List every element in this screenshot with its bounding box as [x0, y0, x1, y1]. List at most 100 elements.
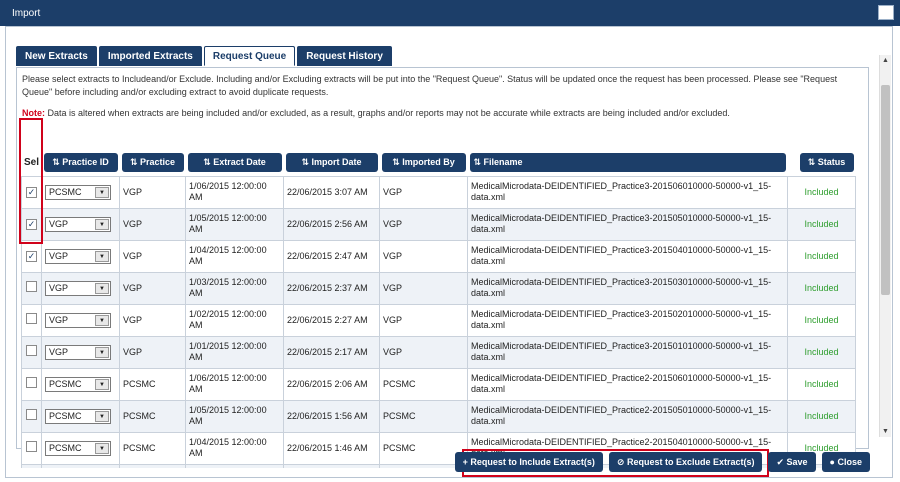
scroll-down-icon[interactable]: ▼	[880, 426, 891, 437]
extract-date-cell: 1/06/2015 12:00:00 AM	[185, 367, 284, 401]
row-select-checkbox[interactable]	[26, 409, 37, 420]
note-body: Data is altered when extracts are being …	[45, 108, 730, 118]
filename-cell: MedicalMicrodata-DEIDENTIFIED_Practice3-…	[467, 271, 788, 305]
imported-by-cell: VGP	[379, 175, 468, 209]
practice-cell	[119, 463, 186, 468]
practice-id-select[interactable]: VGP ▼	[45, 280, 111, 296]
row-select-checkbox[interactable]	[26, 281, 37, 292]
extracts-table-container: Sel ⇅ Practice ID ⇅ Practice ⇅ Extract D…	[21, 150, 859, 468]
chevron-down-icon: ▼	[95, 282, 109, 294]
practice-id-select[interactable]: PCSMC ▼	[45, 440, 111, 456]
practice-cell: PCSMC	[119, 431, 186, 465]
filename-cell: MedicalMicrodata-DEIDENTIFIED_Practice3-…	[467, 175, 788, 209]
practice-id-value: PCSMC	[49, 378, 82, 389]
table-row: ✓ VGP ▼ VGP 1/05/2015 12:00:00 AM 22/06/2015 …	[21, 207, 856, 241]
header-import-date[interactable]: ⇅ Import Date	[285, 153, 378, 173]
import-date-cell: 22/06/2015 2:47 AM	[283, 239, 380, 273]
table-row: VGP ▼ VGP 1/03/2015 12:00:00 AM 22/06/2015 2…	[21, 271, 856, 305]
filename-cell: MedicalMicrodata-DEIDENTIFIED_Practice3-…	[467, 303, 788, 337]
filename-cell: MedicalMicrodata-DEIDENTIFIED_Practice3-…	[467, 335, 788, 369]
header-extract-date[interactable]: ⇅ Extract Date	[187, 153, 282, 173]
practice-cell: VGP	[119, 239, 186, 273]
import-dialog: New Extracts Imported Extracts Request Q…	[5, 26, 893, 478]
extract-date-cell: 1/04/2015 12:00:00 AM	[185, 431, 284, 465]
scroll-up-icon[interactable]: ▲	[880, 55, 891, 66]
filename-cell: MedicalMicrodata-DEIDENTIFIED_Practice3-…	[467, 207, 788, 241]
scroll-thumb[interactable]	[881, 85, 890, 295]
filename-cell: MedicalMicrodata-DEIDENTIFIED_Practice3-…	[467, 239, 788, 273]
practice-id-select[interactable]: PCSMC ▼	[45, 408, 111, 424]
status-cell: Included	[787, 271, 856, 305]
tab-request-queue[interactable]: Request Queue	[203, 46, 296, 66]
imported-by-cell: VGP	[379, 335, 468, 369]
practice-cell: VGP	[119, 335, 186, 369]
table-row: ✓ VGP ▼ VGP 1/04/2015 12:00:00 AM 22/06/2015 …	[21, 239, 856, 273]
import-date-cell: 22/06/2015 3:07 AM	[283, 175, 380, 209]
practice-cell: VGP	[119, 271, 186, 305]
import-date-cell: 22/06/2015 2:17 AM	[283, 335, 380, 369]
row-select-checkbox[interactable]	[26, 345, 37, 356]
status-cell: Included	[787, 239, 856, 273]
practice-id-value: PCSMC	[49, 186, 82, 197]
imported-by-cell: VGP	[379, 303, 468, 337]
table-row: VGP ▼ VGP 1/01/2015 12:00:00 AM 22/06/2015 2…	[21, 335, 856, 369]
table-row: VGP ▼ VGP 1/02/2015 12:00:00 AM 22/06/2015 2…	[21, 303, 856, 337]
maximize-button[interactable]	[878, 5, 894, 20]
extract-date-cell: 1/04/2015 12:00:00 AM	[185, 239, 284, 273]
row-select-checkbox[interactable]	[26, 377, 37, 388]
row-select-checkbox[interactable]: ✓	[26, 250, 37, 262]
action-bar: + Request to Include Extract(s) ⊘ Reques…	[454, 452, 870, 472]
save-button[interactable]: ✔ Save	[768, 452, 816, 472]
row-select-checkbox[interactable]	[26, 441, 37, 452]
status-cell: Included	[787, 303, 856, 337]
tab-imported-extracts[interactable]: Imported Extracts	[98, 46, 202, 66]
header-practice[interactable]: ⇅ Practice	[121, 153, 184, 173]
header-imported-by[interactable]: ⇅ Imported By	[381, 153, 466, 173]
practice-id-select[interactable]: VGP ▼	[45, 216, 111, 232]
extracts-table: Sel ⇅ Practice ID ⇅ Practice ⇅ Extract D…	[21, 150, 856, 468]
status-cell: Included	[787, 399, 856, 433]
close-button[interactable]: ● Close	[821, 452, 870, 472]
request-exclude-button[interactable]: ⊘ Request to Exclude Extract(s)	[608, 452, 763, 472]
extract-date-cell: 1/06/2015 12:00:00 AM	[185, 175, 284, 209]
status-cell: Included	[787, 335, 856, 369]
table-row: PCSMC ▼ PCSMC 1/05/2015 12:00:00 AM 22/06/20…	[21, 399, 856, 433]
practice-id-value: VGP	[49, 314, 69, 325]
header-practice-id[interactable]: ⇅ Practice ID	[43, 153, 118, 173]
row-select-checkbox[interactable]	[26, 313, 37, 324]
tab-new-extracts[interactable]: New Extracts	[16, 46, 97, 66]
table-row: ✓ PCSMC ▼ VGP 1/06/2015 12:00:00 AM 22/06/201…	[21, 175, 856, 209]
status-cell: Included	[787, 175, 856, 209]
import-date-cell: 22/06/2015 2:06 AM	[283, 367, 380, 401]
practice-id-select[interactable]: VGP ▼	[45, 312, 111, 328]
practice-id-select[interactable]: PCSMC ▼	[45, 376, 111, 392]
header-filename[interactable]: ⇅ Filename	[469, 153, 786, 173]
imported-by-cell: PCSMC	[379, 367, 468, 401]
imported-by-cell: VGP	[379, 207, 468, 241]
practice-cell: VGP	[119, 207, 186, 241]
import-date-cell: 22/06/2015 2:56 AM	[283, 207, 380, 241]
header-status[interactable]: ⇅ Status	[799, 153, 854, 173]
request-include-button[interactable]: + Request to Include Extract(s)	[454, 452, 603, 472]
chevron-down-icon: ▼	[95, 410, 109, 422]
dialog-title: Import	[12, 7, 41, 19]
extract-date-cell: 1/05/2015 12:00:00 AM	[185, 399, 284, 433]
vertical-scrollbar[interactable]: ▲ ▼	[879, 55, 891, 437]
practice-id-select[interactable]: VGP ▼	[45, 248, 111, 264]
status-cell: Included	[787, 367, 856, 401]
chevron-down-icon: ▼	[95, 346, 109, 358]
tab-request-history[interactable]: Request History	[297, 46, 392, 66]
imported-by-cell: VGP	[379, 271, 468, 305]
practice-cell: VGP	[119, 303, 186, 337]
extract-date-cell: 1/03/2015 12:00:00 AM	[185, 271, 284, 305]
chevron-down-icon: ▼	[95, 442, 109, 454]
chevron-down-icon: ▼	[95, 218, 109, 230]
practice-cell: VGP	[119, 175, 186, 209]
filename-cell: MedicalMicrodata-DEIDENTIFIED_Practice2-…	[467, 367, 788, 401]
import-date-cell: 22/06/2015 2:37 AM	[283, 271, 380, 305]
practice-id-select[interactable]: PCSMC ▼	[45, 184, 111, 200]
practice-cell: PCSMC	[119, 399, 186, 433]
practice-id-select[interactable]: VGP ▼	[45, 344, 111, 360]
tab-bar: New Extracts Imported Extracts Request Q…	[16, 46, 392, 66]
chevron-down-icon: ▼	[95, 314, 109, 326]
